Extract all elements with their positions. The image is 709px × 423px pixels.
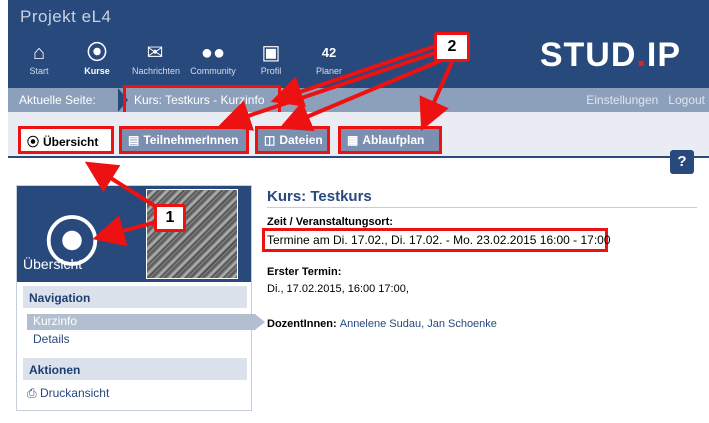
arrow-1-tab [84, 161, 160, 210]
arrow-2-tn [218, 50, 439, 131]
annotation-arrows [84, 44, 454, 247]
arrow-1-sidebar [92, 215, 157, 247]
arrow-2-ablaufplan [419, 61, 454, 131]
callout-1: 1 [154, 204, 186, 232]
callout-2: 2 [434, 32, 470, 62]
